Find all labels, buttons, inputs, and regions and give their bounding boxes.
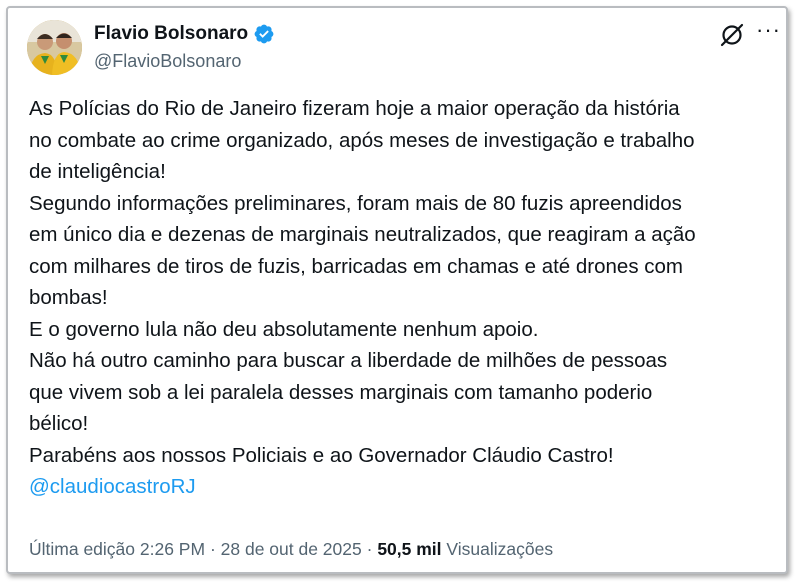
mention-link[interactable]: @claudiocastroRJ (29, 471, 779, 503)
tweet-line: de inteligência! (29, 160, 166, 183)
tweet-line: Parabéns aos nossos Policiais e ao Gover… (29, 443, 614, 467)
tweet-meta: Última edição 2:26 PM · 28 de out de 202… (29, 539, 553, 560)
views-label: Visualizações (446, 539, 554, 559)
meta-separator: · (209, 539, 216, 559)
edited-timestamp[interactable]: Última edição 2:26 PM (29, 539, 205, 559)
post-date[interactable]: 28 de out de 2025 (221, 539, 362, 559)
tweet-line: E o governo lula não deu absolutamente n… (29, 317, 539, 341)
author-display-name[interactable]: Flavio Bolsonaro (94, 23, 248, 45)
more-options-icon[interactable]: ··· (756, 17, 781, 43)
tweet-line: no combate ao crime organizado, após mes… (29, 128, 695, 152)
tweet-line: As Polícias do Rio de Janeiro fizeram ho… (29, 97, 680, 120)
tweet-line: que vivem sob a lei paralela desses marg… (29, 380, 653, 404)
avatar[interactable] (27, 20, 82, 75)
tweet-line: bélico! (29, 412, 89, 435)
meta-separator: · (366, 539, 373, 559)
x-logo-icon[interactable] (719, 22, 745, 48)
tweet-line: em único dia e dezenas de marginais neut… (29, 223, 696, 246)
tweet-line: com milhares de tiros de fuzis, barricad… (29, 254, 683, 278)
tweet-line: Não há outro caminho para buscar a liber… (29, 349, 668, 372)
author-name-row: Flavio Bolsonaro (94, 23, 275, 45)
tweet-line: bombas! (29, 286, 108, 309)
tweet-card: Flavio Bolsonaro @FlavioBolsonaro ··· As… (6, 6, 788, 574)
views-count: 50,5 mil (377, 539, 442, 559)
author-handle[interactable]: @FlavioBolsonaro (94, 51, 241, 72)
tweet-text: As Polícias do Rio de Janeiro fizeram ho… (29, 93, 779, 503)
tweet-line: Segundo informações preliminares, foram … (29, 191, 682, 215)
verified-badge-icon (254, 24, 274, 44)
